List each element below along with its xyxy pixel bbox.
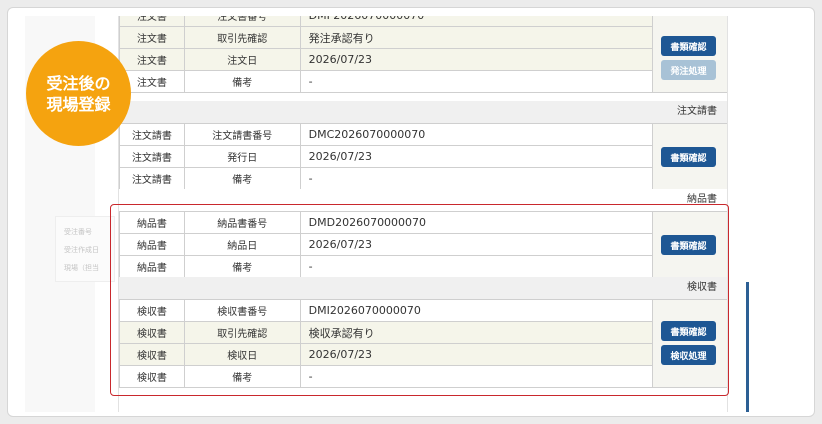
section-header-inspection: 検収書 <box>119 277 727 299</box>
order-confirmation-table: 注文請書 注文請書番号 DMC2026070000070 注文請書 発行日 20… <box>119 123 728 190</box>
row-field: 注文日 <box>183 48 301 71</box>
row-value: - <box>299 255 654 278</box>
action-cell <box>652 299 727 388</box>
table-row: 注文請書 備考 - <box>119 167 728 190</box>
scrollbar[interactable] <box>746 282 749 412</box>
inspection-process-button[interactable]: 検収処理 <box>661 345 716 365</box>
row-value: 2026/07/23 <box>299 48 654 71</box>
row-type: 納品書 <box>119 211 185 234</box>
row-type: 注文請書 <box>119 167 185 190</box>
faded-label: 受注作成日 <box>64 246 99 254</box>
row-value: DMD2026070000070 <box>299 211 654 234</box>
table-row: 検収書 取引先確認 検収承認有り <box>119 321 728 344</box>
row-value: - <box>299 365 654 388</box>
row-field: 注文請書番号 <box>183 123 301 146</box>
table-row: 検収書 備考 - <box>119 365 728 388</box>
table-row: 納品書 備考 - <box>119 255 728 278</box>
inspection-table: 検収書 検収書番号 DMI2026070000070 検収書 取引先確認 検収承… <box>119 299 728 388</box>
badge-line: 現場登録 <box>46 94 111 114</box>
row-field: 取引先確認 <box>183 26 301 49</box>
onsite-registration-badge: 受注後の 現場登録 <box>26 41 131 146</box>
row-type: 注文書 <box>119 16 185 27</box>
row-field: 取引先確認 <box>183 321 301 344</box>
row-value: DMC2026070000070 <box>299 123 654 146</box>
delivery-note-table: 納品書 納品書番号 DMD2026070000070 納品書 納品日 2026/… <box>119 211 728 278</box>
row-field: 備考 <box>183 70 301 93</box>
section-header-delivery-note: 納品書 <box>119 189 727 211</box>
row-value: 2026/07/23 <box>299 233 654 256</box>
window-frame: 受注番号 受注作成日 現場（担当 注文書 注文書番号 DMP2026070000… <box>7 7 815 417</box>
row-value: 検収承認有り <box>299 321 654 344</box>
row-field: 備考 <box>183 365 301 388</box>
row-type: 注文請書 <box>119 123 185 146</box>
row-type: 検収書 <box>119 343 185 366</box>
table-row: 納品書 納品日 2026/07/23 <box>119 233 728 256</box>
table-row: 検収書 検収日 2026/07/23 <box>119 343 728 366</box>
row-field: 注文書番号 <box>183 16 301 27</box>
row-value: 発注承認有り <box>299 26 654 49</box>
row-type: 注文請書 <box>119 145 185 168</box>
row-field: 備考 <box>183 255 301 278</box>
faded-label: 現場（担当 <box>64 264 99 272</box>
row-value: DMI2026070000070 <box>299 299 654 322</box>
order-table: 注文書 注文書番号 DMP2026070000070 注文書 取引先確認 発注承… <box>119 16 728 93</box>
document-confirm-button[interactable]: 書類確認 <box>661 321 716 341</box>
table-row: 注文請書 発行日 2026/07/23 <box>119 145 728 168</box>
row-field: 備考 <box>183 167 301 190</box>
table-row: 注文書 注文書番号 DMP2026070000070 <box>119 16 727 93</box>
row-field: 納品書番号 <box>183 211 301 234</box>
section-header-order-confirmation: 注文請書 <box>119 101 727 123</box>
row-field: 発行日 <box>183 145 301 168</box>
row-value: - <box>299 70 654 93</box>
row-value: 2026/07/23 <box>299 343 654 366</box>
row-value: DMP2026070000070 <box>299 16 654 27</box>
document-confirm-button[interactable]: 書類確認 <box>661 235 716 255</box>
row-type: 検収書 <box>119 299 185 322</box>
document-confirm-button[interactable]: 書類確認 <box>661 36 716 56</box>
row-type: 注文書 <box>119 48 185 71</box>
table-row: 注文書 注文日 2026/07/23 <box>119 48 728 71</box>
row-type: 納品書 <box>119 233 185 256</box>
table-row: 注文書 取引先確認 発注承認有り <box>119 26 728 49</box>
order-process-button[interactable]: 発注処理 <box>661 60 716 80</box>
row-value: - <box>299 167 654 190</box>
table-row: 注文書 備考 - <box>119 70 728 93</box>
table-row: 検収書 検収書番号 DMI2026070000070 <box>119 299 727 388</box>
faded-label: 受注番号 <box>64 228 92 236</box>
row-field: 納品日 <box>183 233 301 256</box>
document-panel: 注文書 注文書番号 DMP2026070000070 注文書 取引先確認 発注承… <box>118 16 728 412</box>
table-row: 納品書 納品書番号 DMD2026070000070 <box>119 211 727 278</box>
row-type: 検収書 <box>119 321 185 344</box>
row-type: 納品書 <box>119 255 185 278</box>
row-type: 検収書 <box>119 365 185 388</box>
row-type: 注文書 <box>119 26 185 49</box>
badge-line: 受注後の <box>46 73 111 93</box>
row-value: 2026/07/23 <box>299 145 654 168</box>
document-confirm-button[interactable]: 書類確認 <box>661 147 716 167</box>
row-field: 検収書番号 <box>183 299 301 322</box>
table-row: 注文請書 注文請書番号 DMC2026070000070 <box>119 123 727 190</box>
faded-order-info: 受注番号 受注作成日 現場（担当 <box>55 216 115 282</box>
row-field: 検収日 <box>183 343 301 366</box>
